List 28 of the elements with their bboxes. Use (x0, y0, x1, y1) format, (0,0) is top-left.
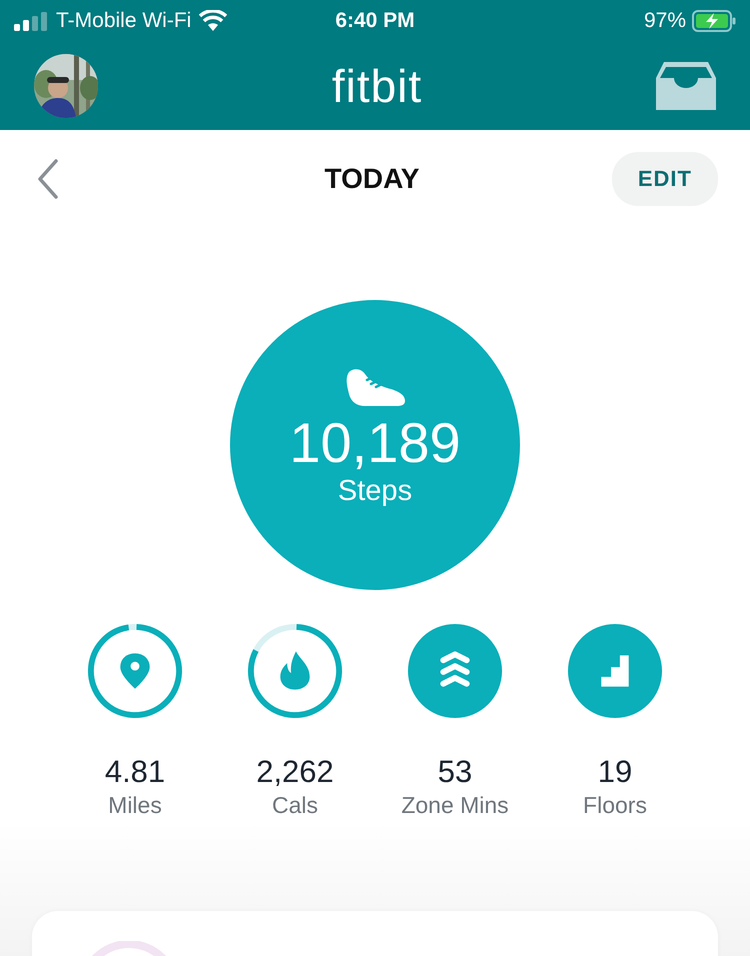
stat-value: 2,262 (256, 754, 334, 790)
stat-value: 53 (438, 754, 472, 790)
progress-ring[interactable] (86, 622, 184, 720)
steps-label: Steps (338, 475, 412, 508)
edit-button[interactable]: EDIT (612, 152, 718, 206)
location-pin-icon (120, 653, 150, 689)
signal-icon (14, 11, 48, 31)
carrier-name: T-Mobile Wi-Fi (56, 9, 192, 33)
wifi-icon (199, 10, 228, 32)
chevrons-up-icon (440, 651, 470, 687)
stat-label: Floors (583, 792, 647, 819)
goal-circle[interactable] (406, 622, 504, 720)
stat-value: 19 (598, 754, 632, 790)
app-logo: fitbit (332, 59, 422, 113)
clock-time: 6:40 PM (335, 9, 415, 33)
steps-count: 10,189 (289, 412, 461, 474)
inbox-icon[interactable] (656, 62, 716, 110)
stat-label: Cals (272, 792, 318, 819)
goal-circle[interactable] (566, 622, 664, 720)
battery-charging-icon (692, 10, 736, 32)
battery-percentage: 97% (644, 9, 686, 33)
stat-value: 4.81 (104, 754, 166, 790)
page-title: TODAY (324, 163, 420, 195)
stairs-icon (601, 655, 629, 687)
stat-label: Zone Mins (401, 792, 509, 819)
flame-icon (280, 651, 310, 690)
progress-ring[interactable] (246, 622, 344, 720)
stat-label: Miles (108, 792, 162, 819)
